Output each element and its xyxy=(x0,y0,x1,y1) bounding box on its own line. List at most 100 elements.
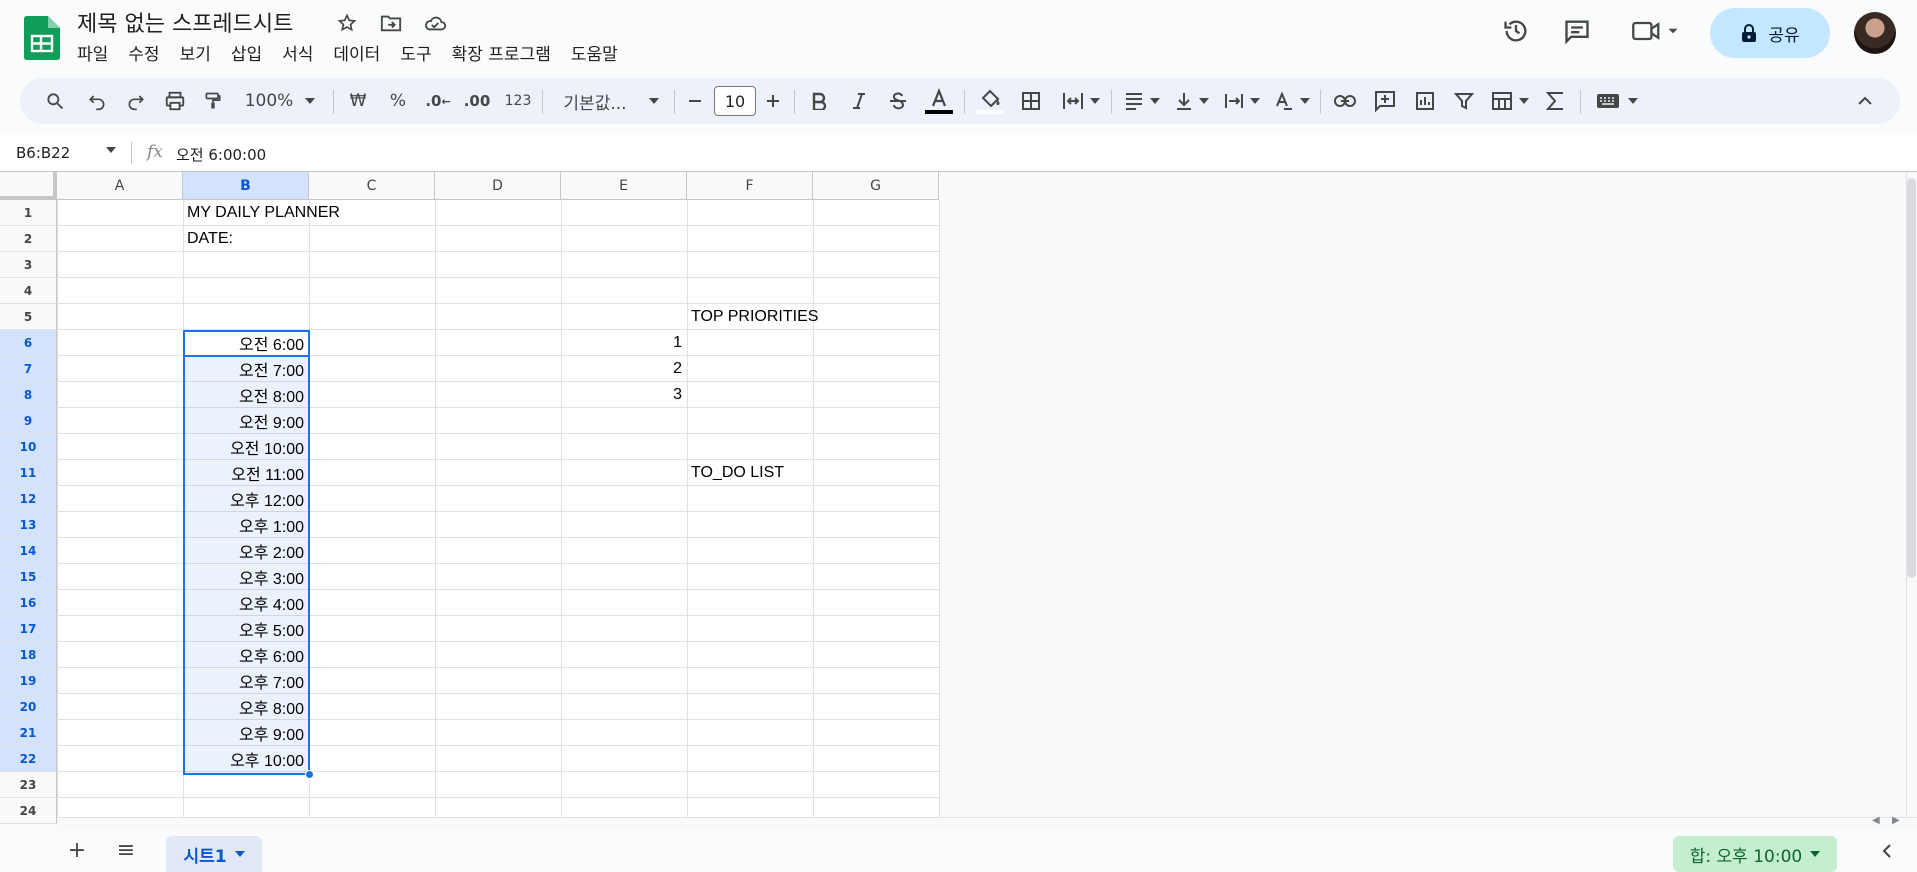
sheet-tab[interactable]: 시트1 xyxy=(166,836,262,872)
menu-file[interactable]: 파일 xyxy=(77,40,118,65)
row-header-11[interactable]: 11 xyxy=(0,460,57,486)
meet-video-icon[interactable] xyxy=(1628,14,1684,48)
chevron-down-icon[interactable] xyxy=(106,147,116,153)
cell-b18[interactable]: 오후 6:00 xyxy=(183,642,308,668)
comments-icon[interactable] xyxy=(1560,14,1594,48)
cell-e7[interactable]: 2 xyxy=(561,356,686,382)
insert-chart-icon[interactable] xyxy=(1410,78,1440,124)
decrease-font-size-icon[interactable] xyxy=(682,78,708,124)
share-button[interactable]: 공유 xyxy=(1710,8,1830,58)
formula-input[interactable]: 오전 6:00:00 xyxy=(176,144,266,165)
borders-icon[interactable] xyxy=(1016,78,1046,124)
row-header-2[interactable]: 2 xyxy=(0,226,57,252)
chevron-down-icon[interactable] xyxy=(234,851,245,857)
column-header-g[interactable]: G xyxy=(813,172,939,200)
row-header-13[interactable]: 13 xyxy=(0,512,57,538)
strikethrough-icon[interactable] xyxy=(884,78,912,124)
row-header-8[interactable]: 8 xyxy=(0,382,57,408)
row-header-21[interactable]: 21 xyxy=(0,720,57,746)
cell-e6[interactable]: 1 xyxy=(561,330,686,356)
text-rotation-icon[interactable] xyxy=(1270,78,1314,124)
cell-b16[interactable]: 오후 4:00 xyxy=(183,590,308,616)
add-sheet-button[interactable]: + xyxy=(62,829,92,872)
name-box[interactable]: B6:B22 xyxy=(16,144,70,162)
row-header-20[interactable]: 20 xyxy=(0,694,57,720)
row-header-7[interactable]: 7 xyxy=(0,356,57,382)
print-icon[interactable] xyxy=(160,78,190,124)
row-header-5[interactable]: 5 xyxy=(0,304,57,330)
decrease-decimal-button[interactable]: .0 ← xyxy=(422,78,454,124)
cell-b10[interactable]: 오전 10:00 xyxy=(183,434,308,460)
paint-format-icon[interactable] xyxy=(198,78,228,124)
merge-cells-icon[interactable] xyxy=(1056,78,1106,124)
cell-b13[interactable]: 오후 1:00 xyxy=(183,512,308,538)
column-header-c[interactable]: C xyxy=(309,172,435,200)
cell-b19[interactable]: 오후 7:00 xyxy=(183,668,308,694)
row-header-23[interactable]: 23 xyxy=(0,772,57,798)
cell-b8[interactable]: 오전 8:00 xyxy=(183,382,308,408)
vertical-align-icon[interactable] xyxy=(1170,78,1214,124)
functions-icon[interactable] xyxy=(1540,78,1570,124)
row-header-1[interactable]: 1 xyxy=(0,200,57,226)
column-header-e[interactable]: E xyxy=(561,172,687,200)
select-all-corner[interactable] xyxy=(0,172,57,200)
menu-help[interactable]: 도움말 xyxy=(561,40,628,65)
document-title[interactable]: 제목 없는 스프레드시트 xyxy=(77,6,293,38)
menu-tools[interactable]: 도구 xyxy=(390,40,441,65)
all-sheets-button[interactable]: ≡ xyxy=(110,829,142,872)
menu-format[interactable]: 서식 xyxy=(272,40,323,65)
cell-b22[interactable]: 오후 10:00 xyxy=(183,746,308,772)
row-header-6[interactable]: 6 xyxy=(0,330,57,356)
cell-e8[interactable]: 3 xyxy=(561,382,686,408)
cell-b14[interactable]: 오후 2:00 xyxy=(183,538,308,564)
row-header-15[interactable]: 15 xyxy=(0,564,57,590)
text-color-icon[interactable] xyxy=(923,78,955,124)
row-header-16[interactable]: 16 xyxy=(0,590,57,616)
cell-b7[interactable]: 오전 7:00 xyxy=(183,356,308,382)
move-folder-icon[interactable] xyxy=(378,10,404,36)
star-icon[interactable] xyxy=(334,10,360,36)
sheets-logo-icon[interactable] xyxy=(24,16,60,60)
vertical-scrollbar-thumb[interactable] xyxy=(1907,178,1916,578)
percent-format-button[interactable]: % xyxy=(384,78,412,124)
sum-explore-button[interactable]: 합: 오후 10:00 xyxy=(1673,836,1837,872)
row-header-19[interactable]: 19 xyxy=(0,668,57,694)
row-header-18[interactable]: 18 xyxy=(0,642,57,668)
row-header-4[interactable]: 4 xyxy=(0,278,57,304)
text-wrap-icon[interactable] xyxy=(1220,78,1264,124)
menu-view[interactable]: 보기 xyxy=(170,40,221,65)
cloud-status-icon[interactable] xyxy=(422,10,448,36)
menu-extensions[interactable]: 확장 프로그램 xyxy=(442,40,561,65)
cell-b12[interactable]: 오후 12:00 xyxy=(183,486,308,512)
increase-decimal-button[interactable]: .00 xyxy=(460,78,494,124)
cell-b17[interactable]: 오후 5:00 xyxy=(183,616,308,642)
row-header-12[interactable]: 12 xyxy=(0,486,57,512)
row-header-14[interactable]: 14 xyxy=(0,538,57,564)
side-panel-chevron-left-icon[interactable] xyxy=(1872,829,1902,872)
cell-b11[interactable]: 오전 11:00 xyxy=(183,460,308,486)
column-header-d[interactable]: D xyxy=(435,172,561,200)
version-history-icon[interactable] xyxy=(1499,14,1533,48)
undo-icon[interactable] xyxy=(82,78,112,124)
redo-icon[interactable] xyxy=(121,78,151,124)
scroll-left-icon[interactable]: ◀ xyxy=(1872,815,1880,826)
fill-handle[interactable] xyxy=(305,770,314,779)
font-family-select[interactable]: 기본값... xyxy=(556,78,666,124)
collapse-menu-chevron-up-icon[interactable] xyxy=(1850,78,1880,124)
cell-b20[interactable]: 오후 8:00 xyxy=(183,694,308,720)
filter-views-icon[interactable] xyxy=(1488,78,1532,124)
menu-insert[interactable]: 삽입 xyxy=(221,40,272,65)
cell-b21[interactable]: 오후 9:00 xyxy=(183,720,308,746)
account-avatar[interactable] xyxy=(1854,12,1896,54)
input-tools-keyboard-icon[interactable] xyxy=(1592,78,1642,124)
horizontal-align-icon[interactable] xyxy=(1120,78,1164,124)
row-header-17[interactable]: 17 xyxy=(0,616,57,642)
horizontal-scrollbar[interactable]: ◀ ▶ xyxy=(57,815,1917,829)
cell-b15[interactable]: 오후 3:00 xyxy=(183,564,308,590)
currency-format-button[interactable]: ₩ xyxy=(344,78,372,124)
row-header-3[interactable]: 3 xyxy=(0,252,57,278)
filter-icon[interactable] xyxy=(1449,78,1479,124)
zoom-select[interactable]: 100% xyxy=(240,78,320,124)
cell-b1[interactable]: MY DAILY PLANNER xyxy=(183,200,443,226)
column-header-a[interactable]: A xyxy=(57,172,183,200)
